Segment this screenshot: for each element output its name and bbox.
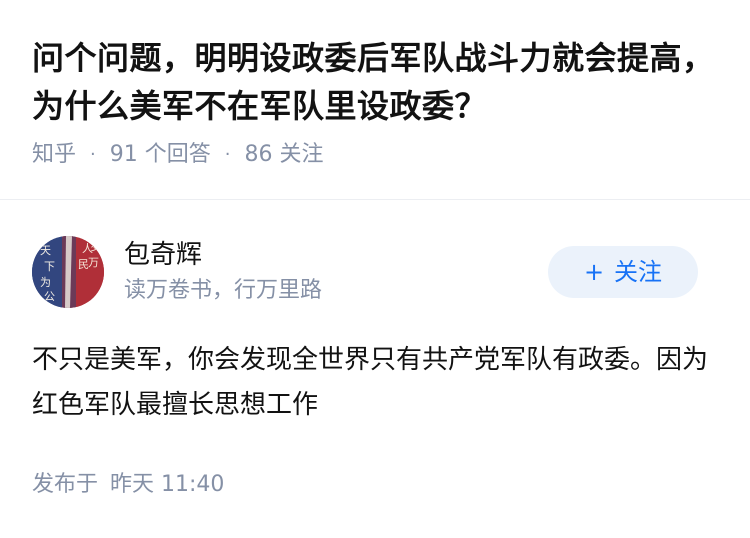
author-info: 天 下 为 公 人 民 万 岁 包奇辉 读万卷书，行万里路 + 关注 <box>32 236 718 312</box>
avatar-char: 为 <box>40 276 51 289</box>
source-label[interactable]: 知乎 <box>32 140 76 170</box>
avatar[interactable]: 天 下 为 公 人 民 万 岁 <box>32 236 104 308</box>
zhihu-answer-page: 问个问题，明明设政委后军队战斗力就会提高，为什么美军不在军队里设政委？ 知乎 ·… <box>0 0 750 538</box>
avatar-char: 岁 <box>90 239 101 253</box>
question-title[interactable]: 问个问题，明明设政委后军队战斗力就会提高，为什么美军不在军队里设政委？ <box>32 34 720 130</box>
avatar-char: 万 <box>88 256 99 269</box>
avatar-calligraphy-image: 天 下 为 公 人 民 万 岁 <box>32 236 104 308</box>
answer-count[interactable]: 91 个回答 <box>110 140 211 170</box>
posted-time: 昨天 11:40 <box>110 472 225 497</box>
avatar-char: 下 <box>44 260 55 273</box>
question-meta: 知乎 · 91 个回答 · 86 关注 <box>32 140 720 170</box>
meta-separator: · <box>90 144 96 165</box>
author-name[interactable]: 包奇辉 <box>124 238 202 272</box>
follow-label: 关注 <box>614 258 663 286</box>
section-divider <box>0 199 750 200</box>
answer-text: 不只是美军，你会发现全世界只有共产党军队有政委。因为红色军队最擅长思想工作 <box>32 345 709 420</box>
follower-count: 86 关注 <box>244 142 324 167</box>
posted-label: 发布于 <box>32 472 99 497</box>
author-bio: 读万卷书，行万里路 <box>124 278 323 303</box>
follow-button[interactable]: + 关注 <box>548 246 698 298</box>
meta-separator: · <box>224 144 231 165</box>
question-header: 问个问题，明明设政委后军队战斗力就会提高，为什么美军不在军队里设政委？ 知乎 ·… <box>0 0 750 170</box>
avatar-char: 天 <box>40 244 51 257</box>
plus-icon: + <box>583 258 605 286</box>
post-time: 发布于 昨天 11:40 <box>32 470 224 500</box>
answer-content[interactable]: 不只是美军，你会发现全世界只有共产党军队有政委。因为红色军队最擅长思想工作 <box>32 338 712 428</box>
avatar-char: 公 <box>44 290 55 303</box>
